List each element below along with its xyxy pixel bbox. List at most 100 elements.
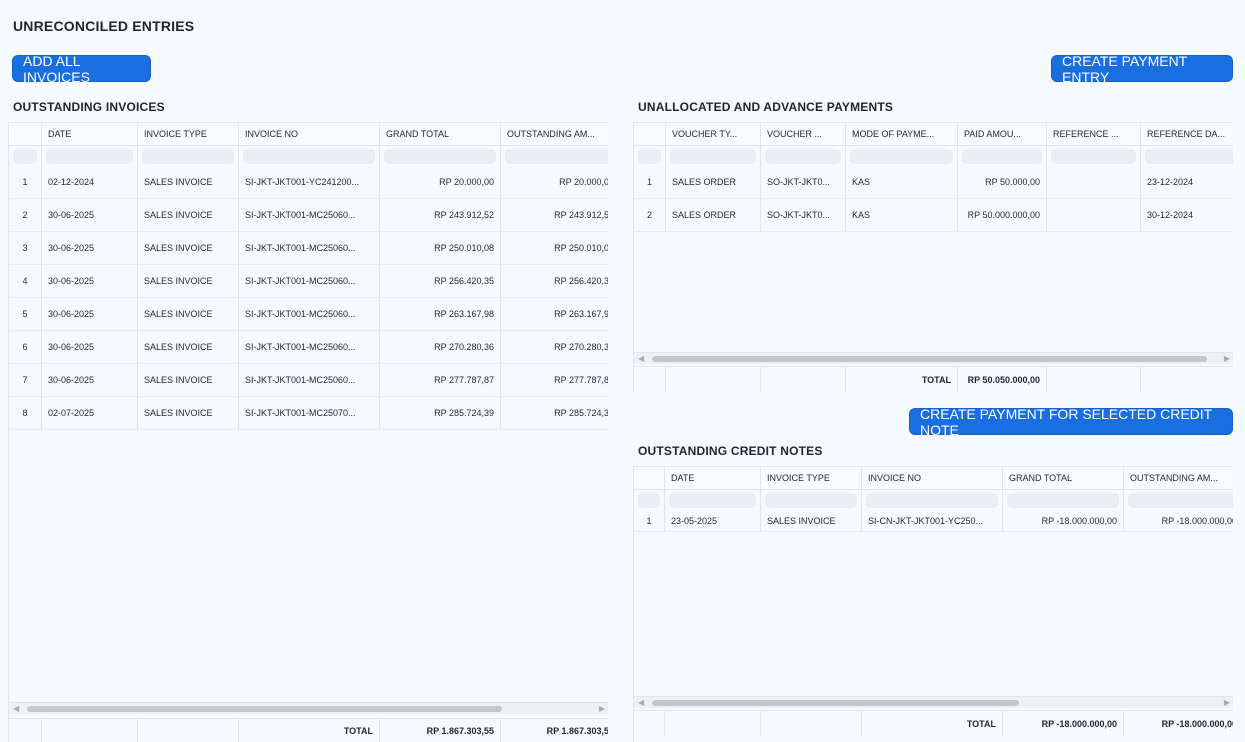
column-header[interactable]: [9, 123, 42, 145]
filter-input[interactable]: [866, 492, 998, 508]
table-cell[interactable]: RP -18.000.000,00: [1003, 510, 1124, 531]
filter-cell[interactable]: [1047, 146, 1141, 166]
column-header[interactable]: INVOICE TYPE: [138, 123, 239, 145]
filter-input[interactable]: [638, 492, 660, 508]
column-header[interactable]: [634, 123, 666, 145]
table-cell[interactable]: 30-12-2024: [1141, 199, 1233, 231]
table-cell[interactable]: RP 256.420,35: [501, 265, 608, 297]
scroll-left-icon[interactable]: ◀: [13, 704, 19, 713]
table-cell[interactable]: RP 277.787,87: [501, 364, 608, 396]
table-cell[interactable]: SI-CN-JKT-JKT001-YC250...: [862, 510, 1003, 531]
table-row[interactable]: 8 02-07-2025 SALES INVOICE SI-JKT-JKT001-MC…: [9, 397, 608, 430]
table-cell[interactable]: RP 20.000,00: [501, 166, 608, 198]
filter-cell[interactable]: [665, 490, 761, 510]
table-cell[interactable]: SI-JKT-JKT001-MC25060...: [239, 232, 380, 264]
table-row[interactable]: 1 23-05-2025 SALES INVOICE SI-CN-JKT-JKT001…: [634, 510, 1233, 532]
table-cell[interactable]: 30-06-2025: [42, 298, 138, 330]
create-payment-entry-button[interactable]: CREATE PAYMENT ENTRY: [1051, 53, 1233, 85]
scroll-thumb[interactable]: [652, 700, 1019, 706]
filter-input[interactable]: [850, 148, 953, 164]
filter-cell[interactable]: [42, 146, 138, 166]
table-row[interactable]: 7 30-06-2025 SALES INVOICE SI-JKT-JKT001-MC…: [9, 364, 608, 397]
table-cell[interactable]: SALES INVOICE: [138, 265, 239, 297]
scroll-thumb[interactable]: [652, 356, 1207, 362]
filter-cell[interactable]: [634, 146, 666, 166]
scroll-right-icon[interactable]: ▶: [599, 704, 605, 713]
filter-cell[interactable]: [239, 146, 380, 166]
table-cell[interactable]: SALES INVOICE: [138, 199, 239, 231]
table-row[interactable]: 6 30-06-2025 SALES INVOICE SI-JKT-JKT001-MC…: [9, 331, 608, 364]
table-cell[interactable]: 02-12-2024: [42, 166, 138, 198]
table-cell[interactable]: 30-06-2025: [42, 265, 138, 297]
filter-input[interactable]: [13, 148, 37, 164]
table-cell[interactable]: RP 277.787,87: [380, 364, 501, 396]
table-cell[interactable]: SI-JKT-JKT001-MC25060...: [239, 364, 380, 396]
filter-cell[interactable]: [634, 490, 665, 510]
horizontal-scrollbar[interactable]: ◀ ▶: [634, 352, 1233, 364]
table-row[interactable]: 5 30-06-2025 SALES INVOICE SI-JKT-JKT001-MC…: [9, 298, 608, 331]
table-cell[interactable]: RP 256.420,35: [380, 265, 501, 297]
table-cell[interactable]: 30-06-2025: [42, 232, 138, 264]
column-header[interactable]: OUTSTANDING AM...: [1124, 467, 1233, 489]
filter-cell[interactable]: [1003, 490, 1124, 510]
filter-input[interactable]: [765, 148, 841, 164]
table-cell[interactable]: [1047, 199, 1141, 231]
table-cell[interactable]: SI-JKT-JKT001-MC25060...: [239, 199, 380, 231]
filter-cell[interactable]: [138, 146, 239, 166]
table-cell[interactable]: [1047, 166, 1141, 198]
filter-input[interactable]: [384, 148, 496, 164]
scroll-right-icon[interactable]: ▶: [1224, 698, 1230, 707]
filter-input[interactable]: [765, 492, 857, 508]
table-cell[interactable]: KAS: [846, 166, 958, 198]
table-cell[interactable]: RP 250.010,08: [501, 232, 608, 264]
column-header[interactable]: MODE OF PAYME...: [846, 123, 958, 145]
filter-input[interactable]: [46, 148, 133, 164]
table-cell[interactable]: 30-06-2025: [42, 364, 138, 396]
table-cell[interactable]: RP 243.912,52: [501, 199, 608, 231]
scroll-left-icon[interactable]: ◀: [638, 698, 644, 707]
table-row[interactable]: 4 30-06-2025 SALES INVOICE SI-JKT-JKT001-MC…: [9, 265, 608, 298]
filter-input[interactable]: [669, 492, 756, 508]
filter-input[interactable]: [962, 148, 1042, 164]
table-row[interactable]: 1 SALES ORDER SO-JKT-JKT0... KAS RP 50.000,0…: [634, 166, 1233, 199]
filter-cell[interactable]: [846, 146, 958, 166]
filter-input[interactable]: [1145, 148, 1233, 164]
filter-input[interactable]: [1007, 492, 1119, 508]
column-header[interactable]: [634, 467, 665, 489]
column-header[interactable]: REFERENCE ...: [1047, 123, 1141, 145]
filter-input[interactable]: [1128, 492, 1233, 508]
table-cell[interactable]: SI-JKT-JKT001-MC25060...: [239, 265, 380, 297]
table-cell[interactable]: 02-07-2025: [42, 397, 138, 429]
table-cell[interactable]: 23-05-2025: [665, 510, 761, 531]
filter-cell[interactable]: [666, 146, 761, 166]
column-header[interactable]: VOUCHER ...: [761, 123, 846, 145]
filter-cell[interactable]: [761, 490, 862, 510]
filter-cell[interactable]: [761, 146, 846, 166]
table-cell[interactable]: SALES INVOICE: [138, 331, 239, 363]
table-cell[interactable]: RP 250.010,08: [380, 232, 501, 264]
table-cell[interactable]: RP 270.280,36: [501, 331, 608, 363]
column-header[interactable]: PAID AMOU...: [958, 123, 1047, 145]
table-row[interactable]: 3 30-06-2025 SALES INVOICE SI-JKT-JKT001-MC…: [9, 232, 608, 265]
table-cell[interactable]: SO-JKT-JKT0...: [761, 166, 846, 198]
filter-cell[interactable]: [1141, 146, 1233, 166]
filter-input[interactable]: [638, 148, 661, 164]
filter-input[interactable]: [243, 148, 375, 164]
column-header[interactable]: INVOICE NO: [239, 123, 380, 145]
table-cell[interactable]: RP -18.000.000,00: [1124, 510, 1233, 531]
table-cell[interactable]: SI-JKT-JKT001-MC25070...: [239, 397, 380, 429]
scroll-thumb[interactable]: [27, 706, 502, 712]
filter-cell[interactable]: [1124, 490, 1233, 510]
table-cell[interactable]: 30-06-2025: [42, 199, 138, 231]
horizontal-scrollbar[interactable]: ◀ ▶: [9, 702, 608, 714]
create-credit-note-payment-button[interactable]: CREATE PAYMENT FOR SELECTED CREDIT NOTE: [909, 406, 1233, 438]
filter-input[interactable]: [142, 148, 234, 164]
filter-input[interactable]: [1051, 148, 1136, 164]
column-header[interactable]: OUTSTANDING AM...: [501, 123, 608, 145]
table-cell[interactable]: SALES INVOICE: [138, 298, 239, 330]
column-header[interactable]: DATE: [42, 123, 138, 145]
column-header[interactable]: GRAND TOTAL: [380, 123, 501, 145]
table-cell[interactable]: RP 50.000.000,00: [958, 199, 1047, 231]
table-cell[interactable]: SALES INVOICE: [138, 364, 239, 396]
column-header[interactable]: INVOICE NO: [862, 467, 1003, 489]
